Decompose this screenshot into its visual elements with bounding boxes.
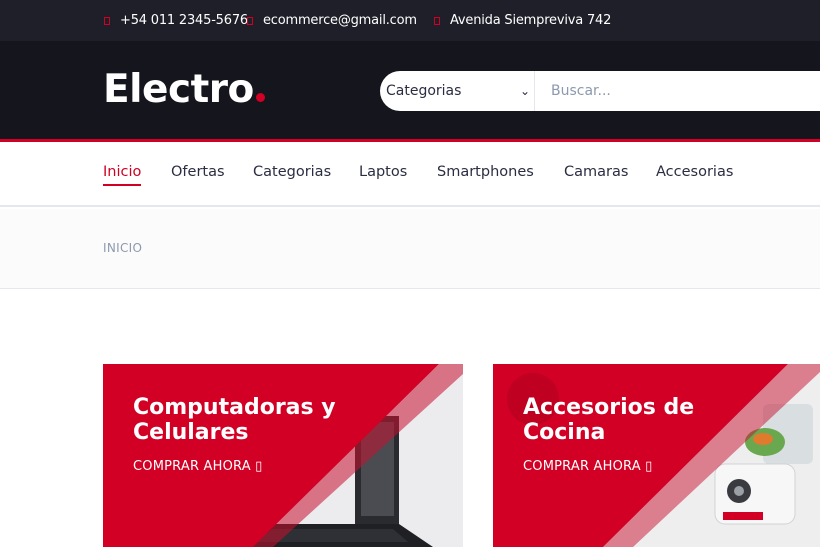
- phone-contact[interactable]: +54 011 2345-5676: [104, 0, 248, 41]
- nav-item-inicio[interactable]: Inicio: [103, 164, 142, 186]
- nav-item-accesorias[interactable]: Accesorias: [656, 164, 733, 184]
- nav-item-camaras[interactable]: Camaras: [564, 164, 628, 184]
- site-logo[interactable]: Electro: [103, 67, 265, 112]
- logo-dot: [255, 93, 265, 102]
- chevron-down-icon: ⌄: [519, 84, 530, 98]
- breadcrumb-current: INICIO: [103, 241, 143, 255]
- shop-now-link[interactable]: COMPRAR AHORA ▯: [523, 459, 653, 474]
- collection-card-computers[interactable]: Computadoras y Celulares COMPRAR AHORA ▯: [103, 364, 463, 547]
- phone-text: +54 011 2345-5676: [120, 13, 248, 28]
- collection-card-art: [493, 364, 820, 547]
- card-title-line2: Celulares: [133, 420, 249, 445]
- logo-text: Electro: [103, 67, 254, 112]
- phone-icon: [104, 16, 110, 25]
- breadcrumb: INICIO: [0, 209, 820, 289]
- search-input[interactable]: [535, 72, 820, 110]
- map-marker-icon: [434, 16, 440, 25]
- card-title-line2: Cocina: [523, 420, 606, 445]
- nav-item-smartphones[interactable]: Smartphones: [437, 164, 534, 184]
- address-text: Avenida Siempreviva 742: [450, 13, 612, 28]
- card-title: Accesorios de Cocina: [523, 395, 694, 445]
- main-navigation: Inicio Ofertas Categorias Laptos Smartph…: [0, 145, 820, 207]
- main-header: Electro Categorias ⌄: [0, 41, 820, 142]
- address-contact: Avenida Siempreviva 742: [434, 0, 611, 41]
- collection-card-art: [103, 364, 463, 547]
- email-text: ecommerce@gmail.com: [263, 13, 417, 28]
- card-title-line1: Computadoras y: [133, 395, 336, 420]
- category-select[interactable]: Categorias ⌄: [380, 71, 535, 111]
- nav-item-ofertas[interactable]: Ofertas: [171, 164, 225, 184]
- nav-item-laptos[interactable]: Laptos: [359, 164, 407, 184]
- search-bar: Categorias ⌄: [380, 71, 820, 111]
- top-info-bar: +54 011 2345-5676 ecommerce@gmail.com Av…: [0, 0, 820, 41]
- email-contact[interactable]: ecommerce@gmail.com: [247, 0, 417, 41]
- category-select-value: Categorias: [386, 83, 462, 99]
- envelope-icon: [247, 16, 253, 25]
- collection-card-kitchen[interactable]: Accesorios de Cocina COMPRAR AHORA ▯: [493, 364, 820, 547]
- card-title: Computadoras y Celulares: [133, 395, 336, 445]
- shop-now-link[interactable]: COMPRAR AHORA ▯: [133, 459, 263, 474]
- card-title-line1: Accesorios de: [523, 395, 695, 420]
- nav-item-categorias[interactable]: Categorias: [253, 164, 331, 184]
